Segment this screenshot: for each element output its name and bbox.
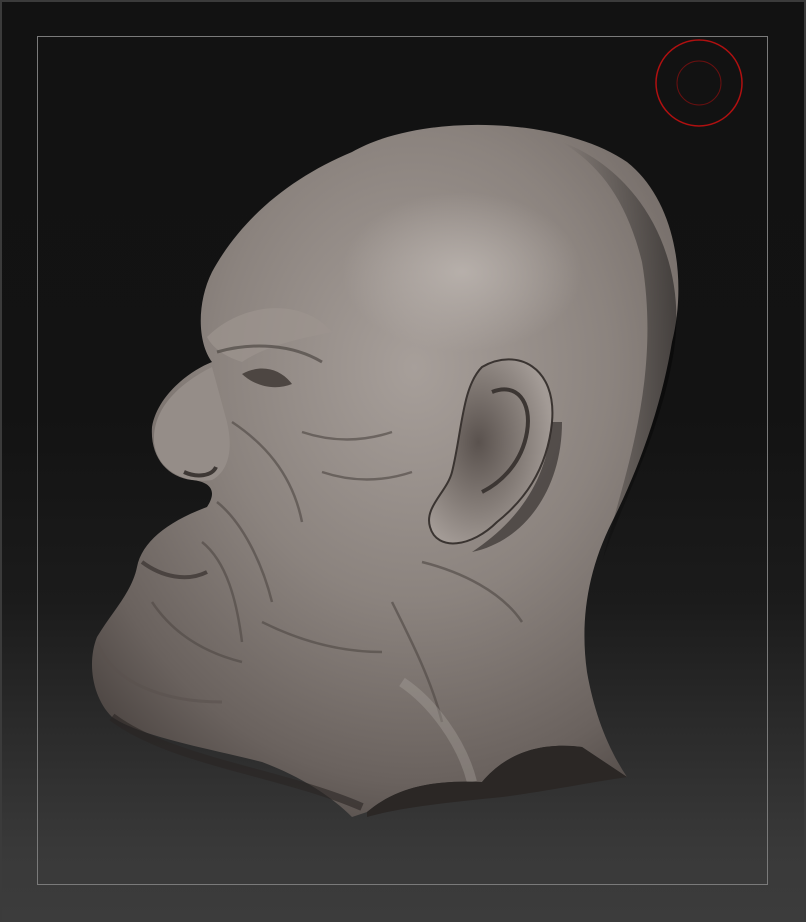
- brush-cursor-icon: [655, 39, 743, 127]
- zbrush-document-window: [0, 0, 806, 922]
- viewport-canvas[interactable]: [2, 2, 806, 922]
- cranium-highlight: [342, 192, 582, 352]
- sculpted-head-model[interactable]: [2, 2, 806, 922]
